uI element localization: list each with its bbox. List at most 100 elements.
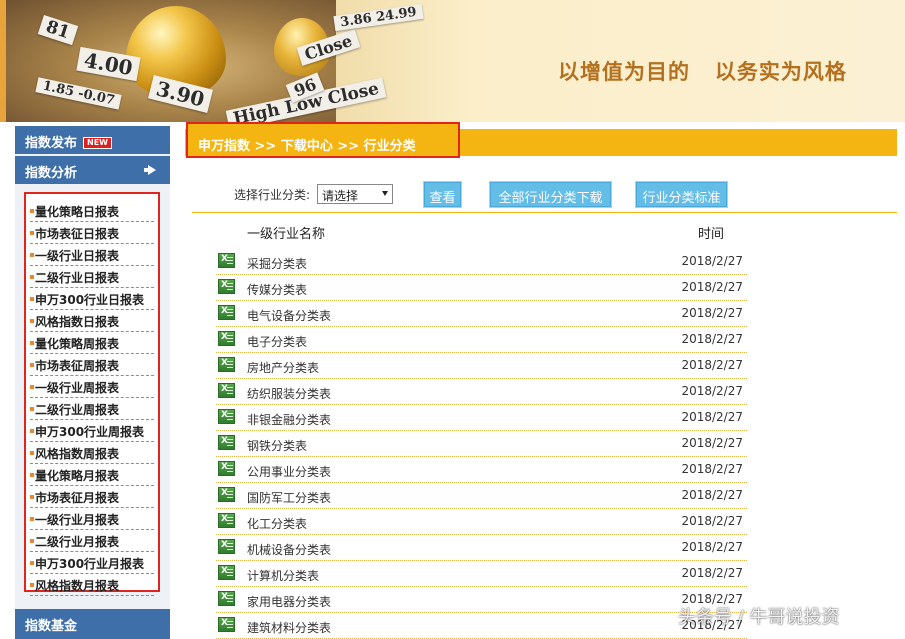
bullet-icon xyxy=(30,583,34,587)
excel-file-icon[interactable] xyxy=(218,383,235,398)
excel-file-icon[interactable] xyxy=(218,617,235,632)
bullet-icon xyxy=(30,231,34,235)
industry-file-link[interactable]: 非银金融分类表 xyxy=(247,411,331,428)
report-link[interactable]: 申万300行业周报表 xyxy=(35,425,144,439)
row-date: 2018/2/27 xyxy=(681,332,743,346)
watermark: 头条号 / 牛哥说投资 xyxy=(678,607,840,628)
industry-file-link[interactable]: 电子分类表 xyxy=(247,333,307,350)
sidebar-item-report[interactable]: 二级行业日报表 xyxy=(30,266,154,288)
report-link[interactable]: 二级行业月报表 xyxy=(35,535,119,549)
bullet-icon xyxy=(30,341,34,345)
sidebar-item-report[interactable]: 市场表征月报表 xyxy=(30,486,154,508)
row-date: 2018/2/27 xyxy=(681,306,743,320)
excel-file-icon[interactable] xyxy=(218,565,235,580)
sidebar-item-index-publish[interactable]: 指数发布 NEW xyxy=(15,126,170,154)
arrow-right-icon xyxy=(148,165,156,175)
chevron-down-icon xyxy=(382,191,388,196)
report-link[interactable]: 风格指数日报表 xyxy=(35,315,119,329)
report-link[interactable]: 申万300行业日报表 xyxy=(35,293,144,307)
industry-table: 采掘分类表 2018/2/27 传媒分类表 2018/2/27 电气设备分类表 201… xyxy=(216,249,747,639)
sidebar-item-report[interactable]: 一级行业日报表 xyxy=(30,244,154,266)
sidebar-item-report[interactable]: 一级行业月报表 xyxy=(30,508,154,530)
report-link[interactable]: 一级行业日报表 xyxy=(35,249,119,263)
report-link[interactable]: 二级行业日报表 xyxy=(35,271,119,285)
sidebar-item-report[interactable]: 市场表征日报表 xyxy=(30,222,154,244)
sidebar-item-report[interactable]: 风格指数日报表 xyxy=(30,310,154,332)
report-link[interactable]: 一级行业月报表 xyxy=(35,513,119,527)
industry-file-link[interactable]: 采掘分类表 xyxy=(247,255,307,272)
excel-file-icon[interactable] xyxy=(218,253,235,268)
table-row: 建筑材料分类表2018/2/27 xyxy=(216,613,747,639)
industry-file-link[interactable]: 公用事业分类表 xyxy=(247,463,331,480)
excel-file-icon[interactable] xyxy=(218,279,235,294)
report-link[interactable]: 市场表征周报表 xyxy=(35,359,119,373)
report-link[interactable]: 量化策略月报表 xyxy=(35,469,119,483)
report-link[interactable]: 市场表征日报表 xyxy=(35,227,119,241)
excel-file-icon[interactable] xyxy=(218,591,235,606)
table-row: 非银金融分类表 2018/2/27 xyxy=(216,405,747,431)
report-link[interactable]: 二级行业周报表 xyxy=(35,403,119,417)
sidebar-item-index-fund[interactable]: 指数基金 xyxy=(15,609,170,639)
sidebar-item-report[interactable]: 量化策略日报表 xyxy=(30,200,154,222)
bullet-icon xyxy=(30,363,34,367)
table-row: 计算机分类表 2018/2/27 xyxy=(216,561,747,587)
row-date: 2018/2/27 xyxy=(681,566,743,580)
sidebar-item-report[interactable]: 申万300行业月报表 xyxy=(30,552,154,574)
sidebar-item-report[interactable]: 风格指数月报表 xyxy=(30,574,154,596)
industry-filter-label: 选择行业分类: xyxy=(234,188,311,202)
bullet-icon xyxy=(30,429,34,433)
excel-file-icon[interactable] xyxy=(218,461,235,476)
industry-file-link[interactable]: 机械设备分类表 xyxy=(247,541,331,558)
classification-standard-button[interactable]: 行业分类标准 xyxy=(635,181,728,208)
table-row: 传媒分类表 2018/2/27 xyxy=(216,275,747,301)
view-button[interactable]: 查看 xyxy=(423,181,462,208)
industry-file-link[interactable]: 家用电器分类表 xyxy=(247,593,331,610)
report-link[interactable]: 量化策略日报表 xyxy=(35,205,119,219)
industry-file-link[interactable]: 电气设备分类表 xyxy=(247,307,331,324)
excel-file-icon[interactable] xyxy=(218,539,235,554)
sidebar-item-report[interactable]: 申万300行业周报表 xyxy=(30,420,154,442)
sidebar-item-report[interactable]: 二级行业周报表 xyxy=(30,398,154,420)
download-all-button[interactable]: 全部行业分类下载 xyxy=(489,181,612,208)
excel-file-icon[interactable] xyxy=(218,435,235,450)
report-link[interactable]: 一级行业周报表 xyxy=(35,381,119,395)
industry-file-link[interactable]: 国防军工分类表 xyxy=(247,489,331,506)
report-link[interactable]: 申万300行业月报表 xyxy=(35,557,144,571)
industry-file-link[interactable]: 计算机分类表 xyxy=(247,567,319,584)
report-list: 量化策略日报表 市场表征日报表 一级行业日报表 二级行业日报表 申万300行业日… xyxy=(24,192,160,596)
sidebar-item-report[interactable]: 量化策略月报表 xyxy=(30,464,154,486)
excel-file-icon[interactable] xyxy=(218,513,235,528)
sidebar-item-report[interactable]: 市场表征周报表 xyxy=(30,354,154,376)
sidebar-item-report[interactable]: 二级行业月报表 xyxy=(30,530,154,552)
industry-file-link[interactable]: 房地产分类表 xyxy=(247,359,319,376)
excel-file-icon[interactable] xyxy=(218,487,235,502)
report-link[interactable]: 风格指数月报表 xyxy=(35,579,119,593)
report-link[interactable]: 风格指数周报表 xyxy=(35,447,119,461)
industry-file-link[interactable]: 钢铁分类表 xyxy=(247,437,307,454)
industry-file-link[interactable]: 传媒分类表 xyxy=(247,281,307,298)
excel-file-icon[interactable] xyxy=(218,331,235,346)
row-date: 2018/2/27 xyxy=(681,540,743,554)
row-date: 2018/2/27 xyxy=(681,410,743,424)
industry-file-link[interactable]: 纺织服装分类表 xyxy=(247,385,331,402)
industry-select[interactable]: 请选择 xyxy=(317,184,393,204)
sidebar-item-report[interactable]: 申万300行业日报表 xyxy=(30,288,154,310)
table-row: 电气设备分类表 2018/2/27 xyxy=(216,301,747,327)
industry-file-link[interactable]: 化工分类表 xyxy=(247,515,307,532)
row-date: 2018/2/27 xyxy=(681,280,743,294)
breadcrumb[interactable]: 申万指数 >> 下载中心 >> 行业分类 xyxy=(198,135,416,154)
sidebar-item-report[interactable]: 风格指数周报表 xyxy=(30,442,154,464)
sidebar-item-report[interactable]: 一级行业周报表 xyxy=(30,376,154,398)
sidebar-item-report[interactable]: 量化策略周报表 xyxy=(30,332,154,354)
excel-file-icon[interactable] xyxy=(218,409,235,424)
table-row: 家用电器分类表2018/2/27 xyxy=(216,587,747,613)
excel-file-icon[interactable] xyxy=(218,305,235,320)
sidebar-item-index-analysis[interactable]: 指数分析 xyxy=(15,156,170,184)
column-header-time: 时间 xyxy=(698,227,725,242)
row-date: 2018/2/27 xyxy=(681,514,743,528)
report-link[interactable]: 量化策略周报表 xyxy=(35,337,119,351)
industry-file-link[interactable]: 建筑材料分类表 xyxy=(247,619,331,636)
excel-file-icon[interactable] xyxy=(218,357,235,372)
report-link[interactable]: 市场表征月报表 xyxy=(35,491,119,505)
bullet-icon xyxy=(30,539,34,543)
